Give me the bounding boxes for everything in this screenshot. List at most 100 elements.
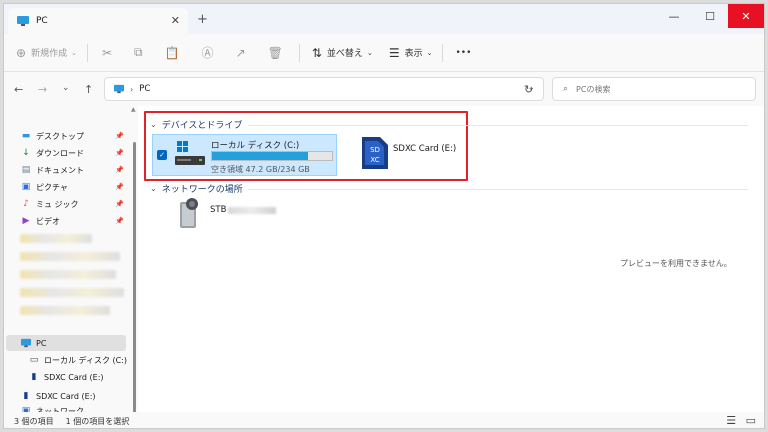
command-bar: ⊕ 新規作成 ⌄ ✂ ⧉ 📋 Ⓐ ↗ 🗑 ⇅ 並べ替え ⌄ ☰ 表示 ⌄ ••• (4, 34, 764, 72)
sidebar-item-local-disk[interactable]: ▭ ローカル ディスク (C:) (28, 352, 136, 368)
local-disk-free-space: 空き領域 47.2 GB/234 GB (211, 165, 310, 174)
sort-label: 並べ替え (326, 49, 363, 59)
maximize-button[interactable]: ☐ (692, 4, 728, 28)
rename-icon[interactable]: Ⓐ (202, 44, 214, 61)
new-tab-button[interactable]: + (197, 12, 208, 27)
sd-card-item[interactable]: SDXC Card (E:) (393, 144, 456, 154)
music-icon: ♪ (23, 199, 29, 209)
sd-card-icon: SD XC (362, 137, 388, 169)
recent-chevron-icon[interactable]: ⌄ (62, 83, 70, 93)
more-options-button[interactable]: ••• (455, 48, 471, 58)
group-title: ネットワークの場所 (161, 185, 243, 195)
drive-icon: ▭ (29, 355, 39, 365)
sidebar-item-label: ローカル ディスク (C:) (44, 355, 128, 365)
minimize-button[interactable]: — (656, 4, 692, 28)
sidebar-item-label: SDXC Card (E:) (44, 372, 104, 382)
refresh-icon[interactable]: ↻ (524, 83, 533, 96)
up-icon[interactable]: ↑ (84, 83, 93, 96)
address-row: ← → ⌄ ↑ › PC ⌄ ↻ ⌕ PCの検索 (4, 74, 764, 104)
divider (248, 125, 748, 126)
svg-text:SD: SD (370, 146, 380, 154)
address-bar[interactable]: › PC ⌄ (104, 77, 544, 101)
share-icon[interactable]: ↗ (236, 46, 246, 60)
details-view-icon[interactable]: ☰ (726, 414, 736, 427)
sidebar-item-label: デスクトップ (36, 131, 84, 141)
local-disk-name: ローカル ディスク (C:) (211, 141, 300, 151)
sidebar-item-sd-card-child[interactable]: ▮ SDXC Card (E:) (28, 369, 136, 385)
explorer-window: PC ✕ + — ☐ ✕ ⊕ 新規作成 ⌄ ✂ ⧉ 📋 Ⓐ ↗ 🗑 ⇅ 並べ替え… (3, 3, 765, 429)
paste-icon[interactable]: 📋 (165, 46, 180, 60)
local-disk-item[interactable]: ✓ ローカル ディスク (C:) 空き領域 47.2 GB/234 GB (152, 134, 337, 176)
divider (248, 189, 748, 190)
search-placeholder: PCの検索 (576, 84, 611, 94)
sidebar-item-music[interactable]: ♪ ミュ ジック 📌 (20, 196, 128, 212)
address-path: PC (139, 84, 151, 94)
forward-icon[interactable]: → (38, 83, 47, 96)
preview-message: プレビューを利用できません。 (620, 259, 732, 268)
divider (298, 43, 300, 62)
cut-icon[interactable]: ✂ (102, 46, 112, 60)
sidebar-item-pc[interactable]: PC (20, 335, 128, 351)
network-device-icon (180, 198, 198, 228)
blurred-folder-item[interactable] (20, 234, 92, 243)
new-button[interactable]: ⊕ 新規作成 ⌄ (16, 46, 77, 60)
tab-pc[interactable]: PC ✕ (8, 8, 188, 34)
search-icon: ⌕ (563, 84, 569, 94)
tab-label: PC (36, 16, 48, 26)
status-bar: 3 個の項目 1 個の項目を選択 ☰ ▭ (4, 412, 764, 428)
sidebar-item-label: ドキュメント (36, 165, 84, 175)
sd-card-name: SDXC Card (E:) (393, 144, 457, 154)
search-box[interactable]: ⌕ PCの検索 (552, 77, 756, 101)
delete-icon[interactable]: 🗑 (268, 46, 283, 60)
sidebar-item-label: ビデオ (36, 216, 60, 226)
scrollbar-thumb[interactable] (133, 142, 136, 422)
network-device-item[interactable]: STB (210, 205, 277, 215)
blurred-folder-item[interactable] (20, 252, 120, 261)
sidebar-scrollbar[interactable]: ▲ (131, 106, 137, 422)
view-icon: ☰ (388, 45, 400, 60)
devices-group-header[interactable]: ⌄ デバイスとドライブ (150, 118, 242, 131)
blurred-folder-item[interactable] (20, 288, 124, 297)
chevron-down-icon: ⌄ (71, 48, 77, 57)
document-icon: ▤ (21, 165, 31, 175)
network-group-header[interactable]: ⌄ ネットワークの場所 (150, 182, 243, 195)
view-button[interactable]: ☰ 表示 ⌄ (389, 46, 433, 60)
close-window-button[interactable]: ✕ (728, 4, 764, 28)
sidebar-item-desktop[interactable]: ▬ デスクトップ 📌 (20, 128, 128, 144)
blurred-folder-item[interactable] (20, 306, 110, 315)
view-toggle: ☰ ▭ (726, 414, 756, 427)
item-count: 3 個の項目 (14, 416, 54, 426)
group-title: デバイスとドライブ (161, 121, 243, 131)
pc-icon (17, 16, 29, 26)
copy-icon[interactable]: ⧉ (134, 45, 143, 60)
sidebar-item-sd-card[interactable]: ▮ SDXC Card (E:) (20, 388, 128, 404)
disk-usage-bar (211, 151, 333, 161)
sidebar-item-download[interactable]: ↓ ダウンロード 📌 (20, 145, 128, 161)
video-icon: ▶ (22, 216, 30, 226)
scroll-up-icon[interactable]: ▲ (131, 106, 136, 113)
tiles-view-icon[interactable]: ▭ (746, 414, 756, 427)
view-label: 表示 (404, 49, 423, 59)
pin-icon: 📌 (115, 200, 124, 208)
sidebar-item-documents[interactable]: ▤ ドキュメント 📌 (20, 162, 128, 178)
sidebar-item-videos[interactable]: ▶ ビデオ 📌 (20, 213, 128, 229)
chevron-down-icon: ⌄ (150, 184, 157, 193)
divider (442, 43, 444, 62)
download-icon: ↓ (22, 148, 30, 158)
pc-icon (21, 338, 31, 348)
blurred-device-name (228, 206, 277, 214)
sort-button[interactable]: ⇅ 並べ替え ⌄ (312, 46, 373, 60)
close-tab-icon[interactable]: ✕ (171, 14, 180, 27)
chevron-down-icon: ⌄ (150, 120, 157, 129)
sidebar-item-label: ミュ ジック (36, 199, 79, 209)
plus-circle-icon: ⊕ (16, 45, 27, 60)
checkbox-checked-icon[interactable]: ✓ (157, 150, 167, 160)
sidebar-item-label: PC (36, 338, 47, 348)
chevron-down-icon: ⌄ (366, 48, 373, 57)
blurred-folder-item[interactable] (20, 270, 116, 279)
sidebar-item-label: ダウンロード (36, 148, 84, 158)
sidebar-item-pictures[interactable]: ▣ ピクチャ 📌 (20, 179, 128, 195)
pin-icon: 📌 (115, 183, 124, 191)
back-icon[interactable]: ← (14, 83, 23, 96)
new-label: 新規作成 (31, 49, 68, 59)
